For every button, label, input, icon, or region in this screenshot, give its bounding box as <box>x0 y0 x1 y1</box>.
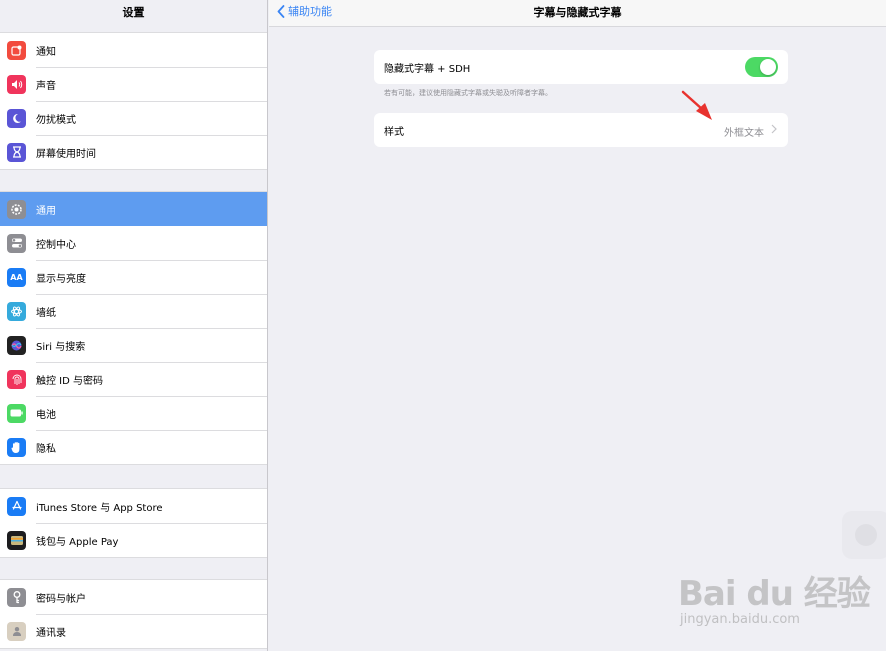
sidebar-item-screen-time[interactable]: 屏幕使用时间 <box>0 135 267 169</box>
style-value: 外框文本 <box>724 128 764 139</box>
sidebar-item-itunes-app-store[interactable]: iTunes Store 与 App Store <box>0 489 267 523</box>
detail-pane: 辅助功能 字幕与隐藏式字幕 隐藏式字幕 + SDH 若有可能，建议使用隐藏式字幕… <box>269 0 886 651</box>
sidebar-group-3: iTunes Store 与 App Store 钱包与 Apple Pay <box>0 488 267 558</box>
sidebar-item-sounds[interactable]: 声音 <box>0 67 267 101</box>
sidebar-item-label: 通知 <box>36 46 56 58</box>
toggles-icon <box>7 233 26 253</box>
sidebar-item-general[interactable]: 通用 <box>0 192 267 226</box>
assistive-touch-button[interactable] <box>842 511 886 559</box>
style-card: 样式 外框文本 <box>374 113 788 147</box>
sidebar-item-label: 触控 ID 与密码 <box>36 375 104 387</box>
sounds-icon <box>7 74 26 94</box>
sidebar-item-label: 通用 <box>36 205 56 217</box>
notifications-icon <box>7 40 26 60</box>
hand-icon <box>7 437 26 457</box>
cc-sdh-footnote: 若有可能，建议使用隐藏式字幕或失聪及听障者字幕。 <box>384 89 552 97</box>
sidebar-item-label: 隐私 <box>36 443 56 455</box>
app-store-icon <box>7 496 26 516</box>
sidebar-item-do-not-disturb[interactable]: 勿扰模式 <box>0 101 267 135</box>
cc-sdh-toggle[interactable] <box>745 57 778 77</box>
sidebar-item-touch-id-passcode[interactable]: 触控 ID 与密码 <box>0 362 267 396</box>
sidebar-item-label: 通讯录 <box>36 627 66 639</box>
sidebar-group-4: 密码与帐户 通讯录 <box>0 579 267 649</box>
hourglass-icon <box>7 142 26 162</box>
chevron-right-icon <box>771 124 777 134</box>
sidebar-title: 设置 <box>122 6 145 19</box>
sidebar-group-2: 通用 控制中心 AA 显示与亮度 墙纸 Siri 与搜索 触控 ID 与密码 电… <box>0 191 267 465</box>
sidebar-item-privacy[interactable]: 隐私 <box>0 430 267 464</box>
sidebar-item-label: iTunes Store 与 App Store <box>36 502 163 514</box>
sidebar-item-label: 密码与帐户 <box>36 593 86 605</box>
cc-sdh-label: 隐藏式字幕 + SDH <box>384 63 471 75</box>
battery-icon <box>7 403 26 423</box>
moon-icon <box>7 108 26 128</box>
sidebar-item-control-center[interactable]: 控制中心 <box>0 226 267 260</box>
watermark: Bai du 经验 jingyan.baidu.com <box>678 558 878 648</box>
sidebar-item-label: Siri 与搜索 <box>36 341 86 353</box>
sidebar-item-passwords-accounts[interactable]: 密码与帐户 <box>0 580 267 614</box>
sidebar-group-1: 通知 声音 勿扰模式 屏幕使用时间 <box>0 32 267 170</box>
style-label: 样式 <box>384 126 404 138</box>
gear-icon <box>7 199 26 219</box>
text-size-icon: AA <box>7 267 26 287</box>
annotation-arrow-icon <box>681 90 712 120</box>
settings-sidebar: 设置 通知 声音 勿扰模式 屏幕使用时间 通用 控制中心 AA 显示与亮度 墙纸… <box>0 0 268 651</box>
style-row[interactable]: 样式 外框文本 <box>374 113 788 147</box>
sidebar-item-battery[interactable]: 电池 <box>0 396 267 430</box>
cc-sdh-row: 隐藏式字幕 + SDH <box>374 50 788 84</box>
siri-icon <box>7 335 26 355</box>
cc-sdh-card: 隐藏式字幕 + SDH <box>374 50 788 84</box>
wallet-icon <box>7 530 26 550</box>
watermark-url: jingyan.baidu.com <box>680 612 800 627</box>
sidebar-item-label: 声音 <box>36 80 56 92</box>
sidebar-header: 设置 <box>0 0 267 24</box>
fingerprint-icon <box>7 369 26 389</box>
contacts-icon <box>7 621 26 641</box>
toggle-knob <box>760 59 776 75</box>
sidebar-item-wallet-apple-pay[interactable]: 钱包与 Apple Pay <box>0 523 267 557</box>
sidebar-item-label: 电池 <box>36 409 56 421</box>
flower-icon <box>7 301 26 321</box>
sidebar-item-display-brightness[interactable]: AA 显示与亮度 <box>0 260 267 294</box>
key-icon <box>7 587 26 607</box>
sidebar-item-wallpaper[interactable]: 墙纸 <box>0 294 267 328</box>
sidebar-item-label: 显示与亮度 <box>36 273 86 285</box>
sidebar-item-contacts[interactable]: 通讯录 <box>0 614 267 648</box>
sidebar-item-label: 墙纸 <box>36 307 56 319</box>
assistive-touch-icon <box>855 524 877 546</box>
sidebar-item-siri-search[interactable]: Siri 与搜索 <box>0 328 267 362</box>
sidebar-item-notifications[interactable]: 通知 <box>0 33 267 67</box>
page-title: 字幕与隐藏式字幕 <box>533 6 622 19</box>
sidebar-item-label: 控制中心 <box>36 239 76 251</box>
navigation-bar: 辅助功能 字幕与隐藏式字幕 <box>269 0 886 27</box>
sidebar-item-label: 屏幕使用时间 <box>36 148 96 160</box>
watermark-logo: Bai du 经验 <box>678 574 871 614</box>
sidebar-item-label: 钱包与 Apple Pay <box>36 536 119 548</box>
sidebar-item-label: 勿扰模式 <box>36 114 76 126</box>
